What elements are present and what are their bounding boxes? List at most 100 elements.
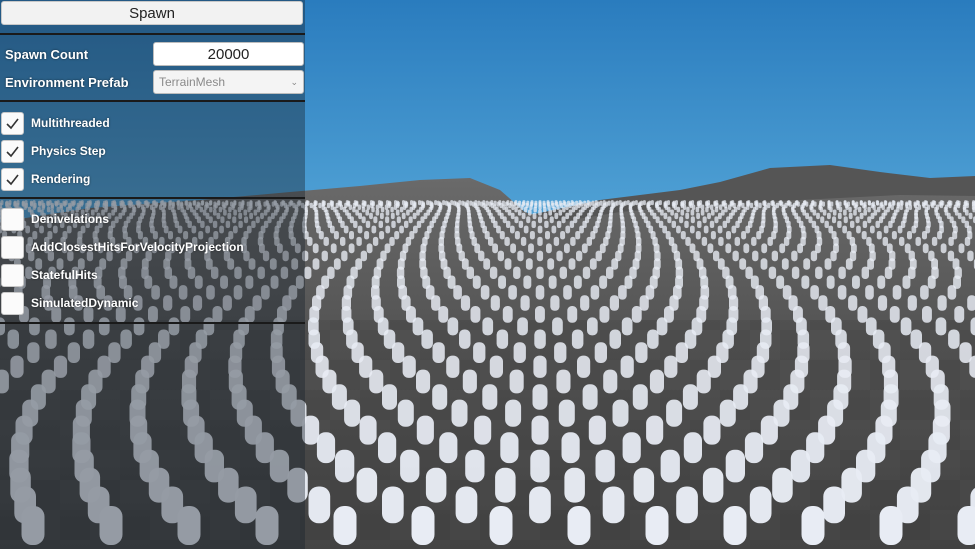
divider-bottom [0, 322, 305, 324]
character-capsule [465, 449, 485, 483]
character-capsule [536, 250, 544, 262]
character-capsule [876, 231, 882, 240]
character-capsule [634, 200, 638, 206]
character-capsule [568, 258, 576, 270]
divider-lower [0, 197, 305, 199]
character-capsule [838, 266, 846, 279]
character-capsule [767, 202, 771, 209]
character-capsule [749, 202, 754, 209]
character-capsule [603, 369, 618, 394]
toggle-rendering[interactable]: Rendering [1, 168, 301, 192]
character-capsule [473, 342, 486, 363]
option-denivelations[interactable]: Denivelations [1, 208, 301, 232]
option-simulated-dynamic-checkbox[interactable] [1, 292, 24, 315]
character-capsule [581, 243, 588, 254]
character-capsule [602, 486, 625, 524]
character-capsule [881, 204, 885, 210]
character-capsule [649, 369, 664, 394]
character-capsule [382, 486, 404, 524]
character-capsule [790, 449, 811, 483]
character-capsule [724, 206, 728, 213]
option-add-closest-hits-checkbox[interactable] [1, 236, 24, 259]
option-denivelations-checkbox[interactable] [1, 208, 24, 231]
character-capsule [743, 243, 750, 254]
character-capsule [556, 250, 563, 262]
character-capsule [939, 202, 943, 209]
character-capsule [356, 467, 378, 503]
character-capsule [859, 212, 864, 220]
character-capsule [854, 204, 858, 210]
character-capsule [964, 236, 971, 246]
character-capsule [717, 225, 723, 234]
character-capsule [843, 216, 848, 224]
character-capsule [563, 285, 572, 300]
character-capsule [528, 209, 532, 216]
spawn-button[interactable]: Spawn [1, 1, 303, 25]
option-add-closest-hits-label: AddClosestHitsForVelocityProjection [31, 240, 244, 254]
character-capsule [385, 225, 391, 234]
spawn-count-input[interactable] [154, 43, 303, 65]
character-capsule [511, 204, 515, 210]
character-capsule [827, 212, 831, 220]
character-capsule [612, 399, 629, 427]
character-capsule [845, 258, 853, 270]
character-capsule [321, 250, 328, 262]
character-capsule [348, 204, 352, 210]
character-capsule [551, 225, 557, 234]
character-capsule [333, 231, 339, 240]
character-capsule [316, 432, 336, 464]
character-capsule [575, 231, 581, 240]
character-capsule [937, 295, 947, 311]
character-capsule [922, 231, 927, 240]
character-capsule [561, 216, 566, 224]
character-capsule [884, 266, 893, 279]
character-capsule [459, 329, 471, 349]
character-capsule [384, 204, 389, 210]
character-capsule [480, 285, 490, 300]
character-capsule [957, 212, 962, 220]
character-capsule [947, 250, 955, 262]
character-capsule [922, 243, 929, 254]
environment-prefab-dropdown[interactable]: TerrainMesh ⌄ [153, 70, 304, 94]
character-capsule [520, 236, 527, 246]
character-capsule [824, 258, 832, 270]
toggle-multithreaded[interactable]: Multithreaded [1, 112, 301, 136]
character-capsule [532, 212, 537, 220]
character-capsule [580, 201, 584, 207]
character-capsule [877, 275, 886, 289]
toggle-physics-step[interactable]: Physics Step [1, 140, 301, 164]
toggle-physics-step-checkbox[interactable] [1, 140, 24, 163]
character-capsule [356, 236, 362, 246]
character-capsule [948, 202, 952, 209]
character-capsule [588, 415, 606, 445]
character-capsule [760, 415, 778, 445]
character-capsule [535, 306, 545, 323]
character-capsule [472, 275, 481, 289]
character-capsule [837, 220, 842, 228]
character-capsule [421, 329, 433, 349]
character-capsule [564, 467, 585, 503]
character-capsule [911, 225, 917, 234]
character-capsule [378, 220, 383, 228]
toggle-multithreaded-checkbox[interactable] [1, 112, 24, 135]
character-capsule [832, 216, 837, 224]
character-capsule [523, 275, 532, 289]
option-add-closest-hits[interactable]: AddClosestHitsForVelocityProjection [1, 236, 301, 260]
character-capsule [744, 432, 764, 464]
character-capsule [758, 202, 762, 209]
character-capsule [482, 384, 498, 410]
toggle-rendering-checkbox[interactable] [1, 168, 24, 191]
character-capsule [967, 250, 974, 262]
character-capsule [702, 216, 707, 224]
character-capsule [536, 266, 544, 279]
character-capsule [776, 275, 785, 289]
character-capsule [728, 204, 732, 210]
option-simulated-dynamic[interactable]: SimulatedDynamic [1, 292, 301, 316]
character-capsule [576, 250, 583, 262]
character-capsule [707, 243, 714, 254]
option-stateful-hits-checkbox[interactable] [1, 264, 24, 287]
character-capsule [865, 285, 874, 300]
option-stateful-hits[interactable]: StatefulHits [1, 264, 301, 288]
character-capsule [899, 236, 905, 246]
character-capsule [931, 202, 935, 209]
